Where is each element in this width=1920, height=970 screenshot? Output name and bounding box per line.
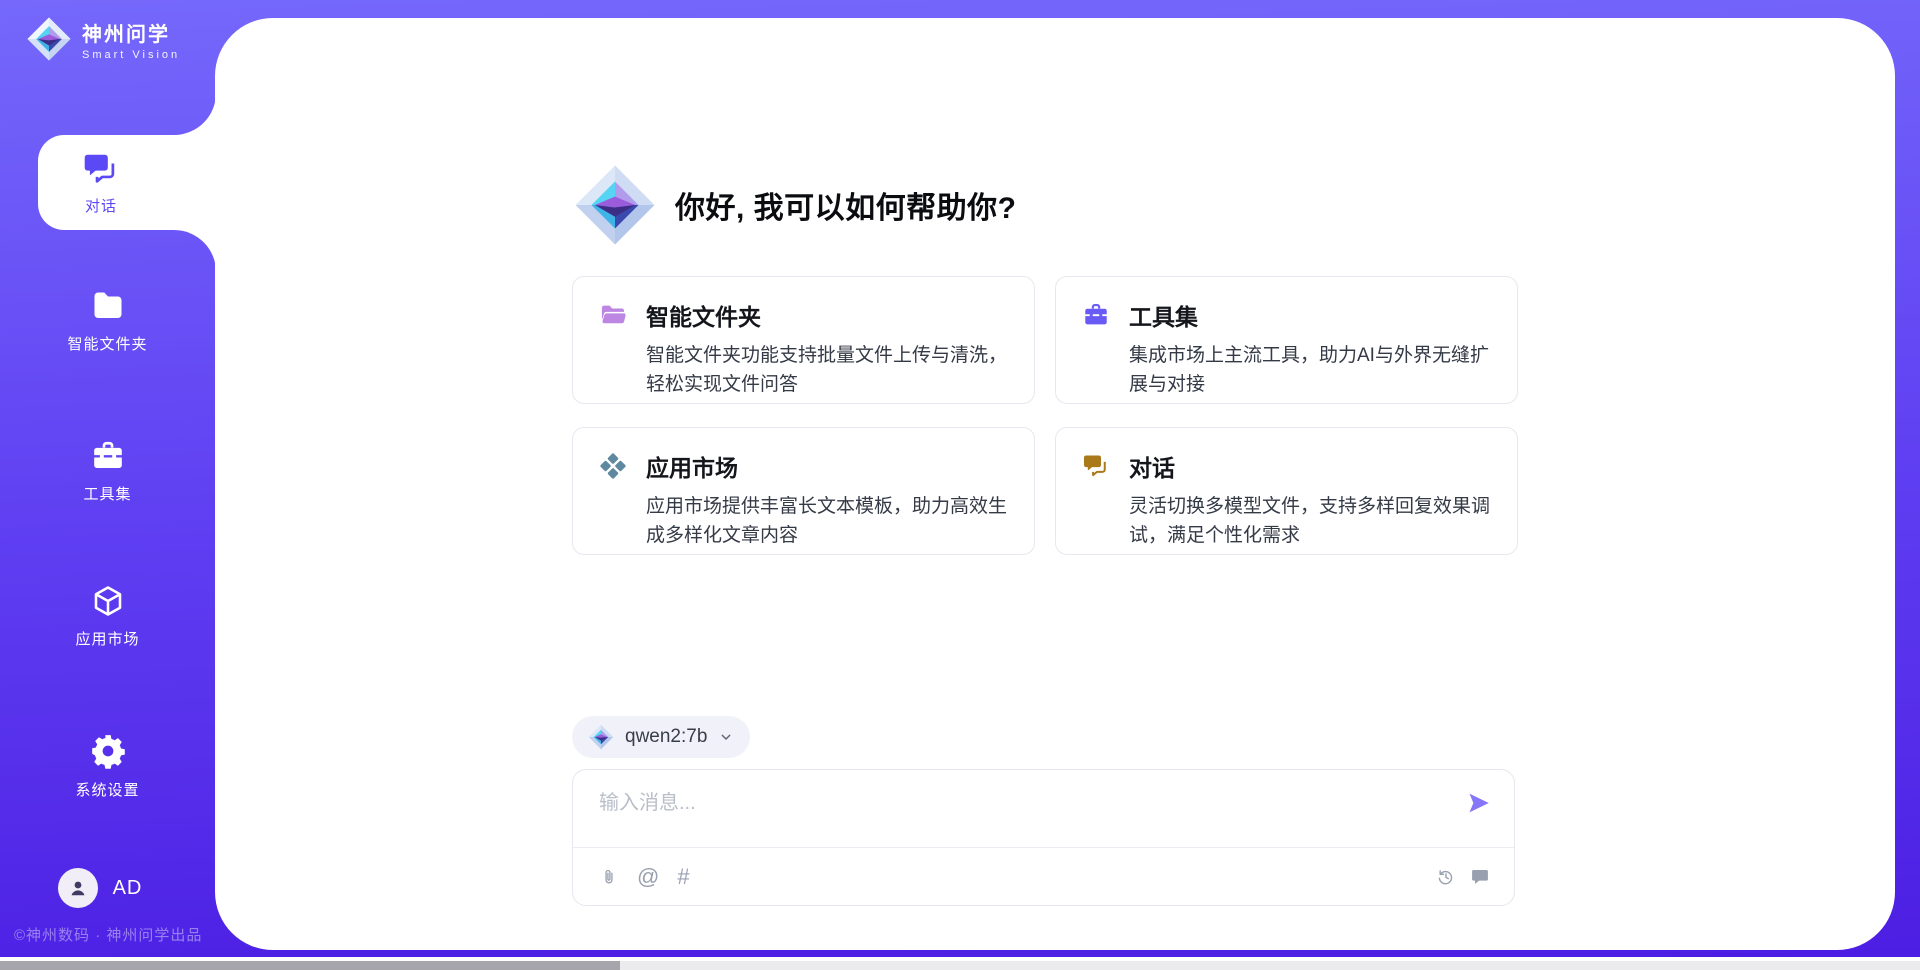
sidebar-item-label: 对话 [85,195,117,216]
model-logo-icon [588,724,614,750]
sidebar-item-settings[interactable]: 系统设置 [0,732,215,800]
sidebar-item-label: 应用市场 [75,628,139,649]
tab-fillet-bottom [174,230,216,272]
card-title: 工具集 [1129,298,1198,332]
feature-cards: 智能文件夹 智能文件夹功能支持批量文件上传与清洗，轻松实现文件问答 工具集 集成… [572,276,1518,555]
card-toolset[interactable]: 工具集 集成市场上主流工具，助力AI与外界无缝扩展与对接 [1055,276,1518,404]
folder-icon [90,288,126,324]
message-input[interactable] [599,786,1439,840]
card-description: 集成市场上主流工具，助力AI与外界无缝扩展与对接 [1129,341,1499,399]
user-name: AD [113,877,143,900]
sidebar-item-toolset[interactable]: 工具集 [0,438,215,504]
card-description: 灵活切换多模型文件，支持多样回复效果调试，满足个性化需求 [1129,492,1499,550]
composer-divider [573,847,1514,848]
brand-name: 神州问学 [82,18,180,47]
topic-icon[interactable]: # [677,866,689,888]
sidebar-item-chat[interactable]: 对话 [38,135,220,230]
tab-fillet-top [174,93,216,135]
horizontal-scrollbar[interactable] [0,961,1920,970]
toolbox-icon [90,438,126,474]
card-app-market[interactable]: 应用市场 应用市场提供丰富长文本模板，助力高效生成多样化文章内容 [572,427,1035,555]
main-panel: 你好, 我可以如何帮助你? 智能文件夹 智能文件夹功能支持批量文件上传与清洗，轻… [215,18,1895,950]
app-background: 神州问学 Smart Vision 对话 智能文件夹 工具集 [0,0,1920,957]
copyright-footer: ©神州数码 · 神州问学出品 [14,924,202,945]
brand: 神州问学 Smart Vision [26,16,180,62]
model-selector[interactable]: qwen2:7b [572,716,750,758]
toolbox-icon [1082,301,1110,329]
card-description: 智能文件夹功能支持批量文件上传与清洗，轻松实现文件问答 [646,341,1016,399]
paperclip-icon[interactable] [599,867,619,887]
feedback-icon[interactable] [1470,867,1490,887]
card-title: 应用市场 [646,449,738,483]
gear-icon [89,732,127,770]
history-icon[interactable] [1436,867,1456,887]
composer-tools-right [1436,848,1490,905]
composer-tools-left: @ # [599,848,690,905]
greeting-title: 你好, 我可以如何帮助你? [675,183,1017,227]
message-composer: @ # [572,769,1515,906]
greeting: 你好, 我可以如何帮助你? [573,163,1017,247]
brand-subtitle: Smart Vision [82,49,180,61]
chevron-down-icon [718,729,734,745]
card-title: 智能文件夹 [646,298,761,332]
sidebar-item-smart-folder[interactable]: 智能文件夹 [0,288,215,354]
cube-icon [90,583,126,619]
chat-icon [82,150,120,188]
card-title: 对话 [1129,449,1175,483]
mention-icon[interactable]: @ [637,866,659,888]
model-value: qwen2:7b [625,726,707,748]
send-icon[interactable] [1466,790,1492,816]
card-smart-folder[interactable]: 智能文件夹 智能文件夹功能支持批量文件上传与清洗，轻松实现文件问答 [572,276,1035,404]
avatar [58,868,98,908]
brand-logo-icon [26,16,72,62]
scrollbar-thumb[interactable] [0,961,620,970]
person-icon [66,876,90,900]
assistant-logo-icon [573,163,657,247]
sidebar-item-app-market[interactable]: 应用市场 [0,583,215,649]
user-badge[interactable]: AD [0,868,200,908]
card-description: 应用市场提供丰富长文本模板，助力高效生成多样化文章内容 [646,492,1016,550]
folder-open-icon [599,301,627,329]
grid-icon [599,452,627,480]
chat-icon [1082,452,1110,480]
card-chat[interactable]: 对话 灵活切换多模型文件，支持多样回复效果调试，满足个性化需求 [1055,427,1518,555]
sidebar-item-label: 系统设置 [75,779,139,800]
sidebar-item-label: 工具集 [83,483,131,504]
sidebar-item-label: 智能文件夹 [67,333,147,354]
